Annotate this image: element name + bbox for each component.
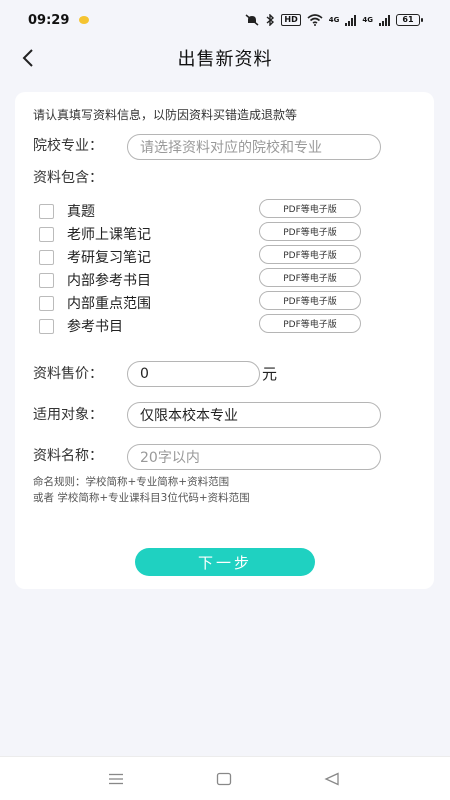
page-title: 出售新资料 bbox=[177, 49, 273, 70]
signal-icon-2 bbox=[379, 14, 390, 26]
triangle-back-icon bbox=[324, 772, 339, 786]
price-unit: 元 bbox=[262, 365, 278, 383]
contains-label: 资料包含： bbox=[33, 170, 103, 186]
hd-badge: HD bbox=[281, 14, 301, 26]
form-card: 请认真填写资料信息，以防因资料买错造成退款等 院校专业： 请选择资料对应的院校和… bbox=[15, 92, 434, 589]
home-button[interactable] bbox=[214, 769, 234, 789]
item-row-key-scope[interactable]: 内部重点范围 bbox=[39, 293, 151, 313]
item-label: 参考书目 bbox=[67, 319, 123, 335]
net-type-1: 4G bbox=[328, 16, 340, 24]
target-select[interactable]: 仅限本校本专业 bbox=[127, 402, 381, 428]
signal-icon-1 bbox=[345, 14, 357, 26]
checkbox[interactable] bbox=[39, 226, 54, 242]
school-select[interactable]: 请选择资料对应的院校和专业 bbox=[127, 134, 381, 160]
item-label: 老师上课笔记 bbox=[67, 227, 151, 243]
back-button[interactable] bbox=[14, 44, 42, 72]
header: 出售新资料 bbox=[0, 40, 450, 76]
item-row-ref-books[interactable]: 参考书目 bbox=[39, 316, 123, 336]
checkbox[interactable] bbox=[39, 249, 54, 265]
item-label: 内部重点范围 bbox=[67, 296, 151, 312]
item-label: 内部参考书目 bbox=[67, 273, 151, 289]
name-input[interactable]: 20字以内 bbox=[127, 444, 381, 470]
item-label: 考研复习笔记 bbox=[67, 250, 151, 266]
next-button[interactable]: 下一步 bbox=[135, 548, 315, 576]
format-button[interactable]: PDF等电子版 bbox=[259, 314, 361, 333]
school-label: 院校专业： bbox=[33, 138, 103, 154]
system-nav-bar bbox=[0, 756, 450, 800]
back-nav-button[interactable] bbox=[322, 769, 342, 789]
status-bar: 09:29 HD 4G 4G 61 bbox=[0, 0, 450, 40]
format-button[interactable]: PDF等电子版 bbox=[259, 268, 361, 287]
home-square-icon bbox=[216, 772, 232, 786]
menu-icon bbox=[109, 773, 123, 785]
battery-icon: 61 bbox=[396, 14, 423, 26]
notice-text: 请认真填写资料信息，以防因资料买错造成退款等 bbox=[33, 108, 298, 122]
naming-rule-1: 命名规则：学校简称+专业简称+资料范围 bbox=[33, 476, 230, 488]
name-label: 资料名称： bbox=[33, 448, 103, 464]
menu-button[interactable] bbox=[106, 769, 126, 789]
format-button[interactable]: PDF等电子版 bbox=[259, 291, 361, 310]
checkbox[interactable] bbox=[39, 272, 54, 288]
status-left: 09:29 bbox=[28, 12, 90, 28]
bluetooth-icon bbox=[266, 14, 275, 26]
format-button[interactable]: PDF等电子版 bbox=[259, 199, 361, 218]
net-type-2: 4G bbox=[362, 16, 373, 24]
chevron-left-icon bbox=[22, 49, 33, 67]
mute-icon bbox=[245, 14, 259, 26]
item-row-exam[interactable]: 真题 bbox=[39, 201, 95, 221]
checkbox[interactable] bbox=[39, 203, 54, 219]
format-button[interactable]: PDF等电子版 bbox=[259, 245, 361, 264]
format-button[interactable]: PDF等电子版 bbox=[259, 222, 361, 241]
item-row-internal-books[interactable]: 内部参考书目 bbox=[39, 270, 151, 290]
item-label: 真题 bbox=[67, 204, 95, 220]
naming-rule-2: 或者 学校简称+专业课科目3位代码+资料范围 bbox=[33, 492, 250, 504]
status-right: HD 4G 4G 61 bbox=[245, 14, 423, 26]
price-input[interactable]: 0 bbox=[127, 361, 260, 387]
wifi-icon bbox=[307, 14, 323, 26]
notification-icon bbox=[79, 16, 90, 24]
status-time: 09:29 bbox=[28, 12, 70, 28]
price-label: 资料售价： bbox=[33, 366, 103, 382]
item-row-review-notes[interactable]: 考研复习笔记 bbox=[39, 247, 151, 267]
checkbox[interactable] bbox=[39, 295, 54, 311]
target-label: 适用对象： bbox=[33, 407, 103, 423]
item-row-teacher-notes[interactable]: 老师上课笔记 bbox=[39, 224, 151, 244]
checkbox[interactable] bbox=[39, 318, 54, 334]
